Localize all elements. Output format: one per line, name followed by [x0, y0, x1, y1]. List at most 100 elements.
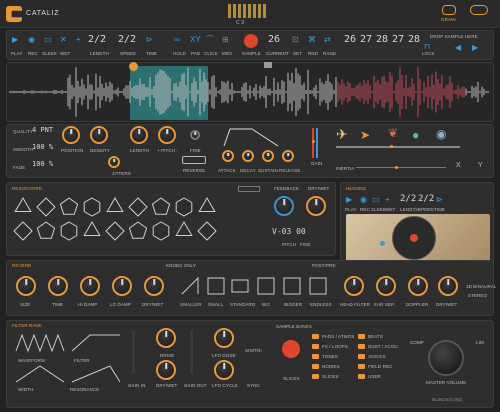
envelope-graph[interactable]: [222, 126, 280, 148]
post-pre-label[interactable]: POST/PRE: [312, 263, 336, 268]
imaging-left-dot[interactable]: [380, 241, 385, 246]
pitch-knob[interactable]: [158, 126, 176, 144]
room-standard-label[interactable]: STANDARD: [230, 302, 255, 307]
slices-button[interactable]: [282, 340, 300, 358]
speed-slider-track[interactable]: [336, 146, 460, 148]
rnd-icon[interactable]: ⌘: [308, 36, 316, 44]
binaural-drywet-knob[interactable]: [438, 276, 458, 296]
time-icon[interactable]: ⊳: [146, 36, 153, 44]
resonance-graph[interactable]: [70, 364, 122, 384]
ear-sep-knob[interactable]: [376, 276, 396, 296]
jitters-knob[interactable]: [108, 156, 120, 168]
hold-icon[interactable]: ∞: [174, 36, 180, 44]
pad-icon[interactable]: XY: [190, 36, 201, 44]
bank-swatch-beats[interactable]: [358, 334, 365, 339]
master-volume-knob[interactable]: [428, 340, 464, 376]
smooth-value[interactable]: 100 %: [32, 143, 53, 151]
lfo-cycle-knob[interactable]: [214, 360, 234, 380]
grain-alt-icon[interactable]: [470, 5, 488, 15]
speed-value[interactable]: 2/2: [118, 34, 136, 45]
rand-icon[interactable]: ⇄: [324, 36, 331, 44]
bank-voices[interactable]: VOICES: [368, 354, 386, 359]
fine-knob[interactable]: [190, 130, 200, 140]
room-smaller-label[interactable]: SMALLER: [180, 302, 202, 307]
room-shapes[interactable]: [180, 276, 330, 296]
bank-fx[interactable]: FX / LOOPS: [322, 344, 348, 349]
wet-icon[interactable]: ✕: [60, 36, 67, 44]
room-big-label[interactable]: BIG: [262, 302, 270, 307]
sustain-knob[interactable]: [262, 150, 274, 162]
seq-step-1[interactable]: 26: [344, 34, 356, 45]
gain-out-slider[interactable]: [190, 330, 193, 374]
set-icon[interactable]: ⊡: [292, 36, 299, 44]
knobs-only-label[interactable]: KNOBS ONLY: [166, 263, 196, 268]
bird-icon[interactable]: ✈: [336, 126, 348, 143]
decay-knob[interactable]: [242, 150, 254, 162]
room-endless-label[interactable]: ENDLESS: [310, 302, 332, 307]
position-knob[interactable]: [62, 126, 80, 144]
reverb-drywet-knob[interactable]: [144, 276, 164, 296]
seq-step-2[interactable]: 27: [360, 34, 372, 45]
stereo-label[interactable]: STEREO: [468, 293, 487, 298]
bank-swatch-fieldrec[interactable]: [358, 364, 365, 369]
inertia-slider-track[interactable]: [356, 167, 446, 168]
gain-slider-thumb[interactable]: [312, 140, 315, 143]
length-value[interactable]: 2/2: [88, 34, 106, 45]
cheetah-icon[interactable]: ➤: [360, 128, 370, 142]
fade-value[interactable]: 100 %: [32, 160, 53, 168]
current-value[interactable]: 26: [268, 34, 280, 45]
resochord-drywet-knob[interactable]: [306, 196, 326, 216]
bank-tones[interactable]: TONES: [322, 354, 338, 359]
lock-icon[interactable]: ⊓: [424, 43, 430, 51]
reverse-icon[interactable]: [182, 156, 206, 164]
click-icon[interactable]: ⌒: [206, 36, 214, 44]
filter-graph[interactable]: [70, 331, 122, 355]
drive-knob[interactable]: [156, 328, 176, 348]
chord-add-button[interactable]: [238, 186, 260, 192]
forward-icon[interactable]: ▶: [472, 44, 478, 52]
imaging-play-icon[interactable]: ▶: [346, 196, 352, 204]
gain-in-slider[interactable]: [132, 330, 135, 374]
imaging-wet-icon[interactable]: +: [385, 196, 390, 204]
inertia-slider-thumb[interactable]: [395, 166, 398, 169]
bank-user[interactable]: USER: [368, 374, 381, 379]
doppler-knob[interactable]: [408, 276, 428, 296]
filter-drywet-knob[interactable]: [156, 360, 176, 380]
bank-fieldrec[interactable]: FIELD REC: [368, 364, 392, 369]
speed-slider-thumb[interactable]: [390, 145, 393, 148]
imaging-speed-value[interactable]: 2/2: [418, 194, 434, 204]
attack-knob[interactable]: [222, 150, 234, 162]
seq-step-4[interactable]: 27: [392, 34, 404, 45]
binaural-label[interactable]: 3D BINAURAL: [466, 284, 497, 289]
lfo-dose-knob[interactable]: [214, 328, 234, 348]
bank-swatch-slices[interactable]: [312, 374, 319, 379]
bank-swatch-noises[interactable]: [312, 364, 319, 369]
quality-value[interactable]: 4 PNT: [32, 126, 53, 134]
reverb-hidamp-knob[interactable]: [80, 276, 100, 296]
bank-beats[interactable]: BEATS: [368, 334, 383, 339]
bank-swatch-user[interactable]: [358, 374, 365, 379]
bank-pads[interactable]: PADS / ATMOS: [322, 334, 354, 339]
room-bigger-label[interactable]: BIGGER: [284, 302, 302, 307]
waveform-center-marker[interactable]: [264, 62, 272, 68]
imaging-length-value[interactable]: 2/2: [400, 194, 416, 204]
density-knob[interactable]: [90, 126, 108, 144]
width-graph[interactable]: [14, 364, 66, 384]
rabbit-icon[interactable]: ❦: [388, 126, 398, 140]
bank-noises[interactable]: NOISES: [322, 364, 340, 369]
head-filter-knob[interactable]: [344, 276, 364, 296]
bank-swatch-voices[interactable]: [358, 354, 365, 359]
bank-swatch-fx[interactable]: [312, 344, 319, 349]
loop-icon[interactable]: +: [76, 36, 81, 44]
turtle-icon[interactable]: ●: [412, 128, 419, 142]
seq-step-5[interactable]: 28: [408, 34, 420, 45]
chord-shapes-grid[interactable]: [12, 196, 222, 244]
back-icon[interactable]: ◀: [455, 44, 461, 52]
play-icon[interactable]: ▶: [12, 36, 18, 44]
snail-icon[interactable]: ◉: [436, 127, 446, 141]
grain-icon[interactable]: [442, 5, 456, 15]
imaging-time-icon[interactable]: ⊳: [436, 196, 443, 204]
seq-step-3[interactable]: 28: [376, 34, 388, 45]
release-knob[interactable]: [282, 150, 294, 162]
bank-swatch-dust[interactable]: [358, 344, 365, 349]
